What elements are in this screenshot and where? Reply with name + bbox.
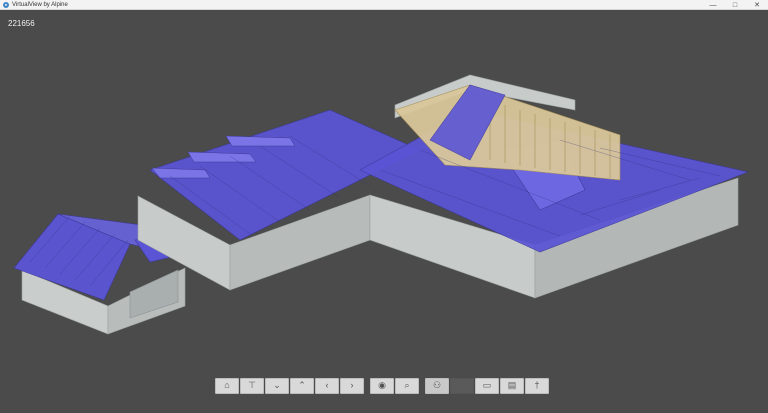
window-title: VirtualView by Alpine bbox=[12, 1, 68, 8]
chevron-up-icon: ⌃ bbox=[298, 380, 306, 390]
close-button[interactable]: ✕ bbox=[746, 0, 768, 10]
plan-view-button[interactable]: ▭ bbox=[475, 377, 499, 394]
rotate-right-button[interactable]: › bbox=[340, 377, 364, 394]
chevron-right-icon: › bbox=[350, 380, 354, 390]
view-toolbar: ⌂ ⊤ ⌄ ⌃ ‹ › ◉ ⌕ ⚇ ▭ ▤ † bbox=[215, 377, 549, 394]
top-view-button[interactable]: ⊤ bbox=[240, 377, 264, 394]
maximize-button[interactable]: □ bbox=[724, 0, 746, 10]
title-bar: ● VirtualView by Alpine — □ ✕ bbox=[0, 0, 768, 10]
walk-mode-button[interactable]: † bbox=[525, 377, 549, 394]
person-view-button[interactable]: ⚇ bbox=[425, 377, 449, 394]
zoom-icon: ⌕ bbox=[404, 380, 410, 390]
job-number-label: 221656 bbox=[8, 19, 35, 28]
model-viewport[interactable] bbox=[0, 10, 768, 413]
visibility-button[interactable]: ◉ bbox=[370, 377, 394, 394]
chevron-down-icon: ⌄ bbox=[273, 380, 281, 390]
minimize-button[interactable]: — bbox=[702, 0, 724, 10]
walk-icon: † bbox=[534, 380, 540, 390]
window-controls: — □ ✕ bbox=[702, 0, 768, 10]
elevation-view-button[interactable]: ▤ bbox=[500, 377, 524, 394]
top-view-icon: ⊤ bbox=[248, 380, 256, 390]
person-icon: ⚇ bbox=[432, 380, 442, 390]
rotate-up-button[interactable]: ⌃ bbox=[290, 377, 314, 394]
disabled-button bbox=[450, 377, 474, 394]
zoom-button[interactable]: ⌕ bbox=[395, 377, 419, 394]
home-icon: ⌂ bbox=[224, 380, 230, 390]
plan-view-icon: ▭ bbox=[482, 380, 492, 390]
rotate-down-button[interactable]: ⌄ bbox=[265, 377, 289, 394]
eye-icon: ◉ bbox=[378, 380, 386, 390]
app-globe-icon: ● bbox=[3, 1, 9, 8]
elevation-view-icon: ▤ bbox=[507, 380, 517, 390]
chevron-left-icon: ‹ bbox=[325, 380, 329, 390]
rotate-left-button[interactable]: ‹ bbox=[315, 377, 339, 394]
home-button[interactable]: ⌂ bbox=[215, 377, 239, 394]
